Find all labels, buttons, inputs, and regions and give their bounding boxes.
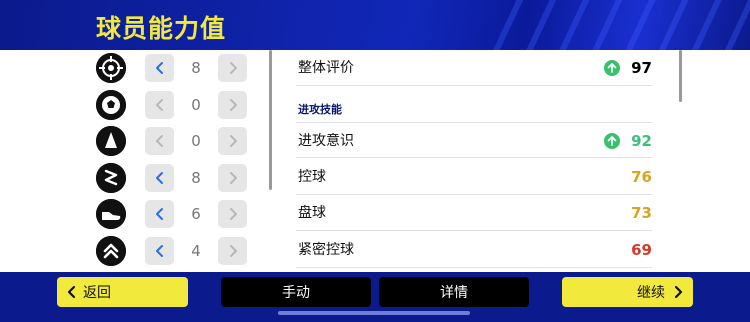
continue-button[interactable]: 继续 xyxy=(562,277,693,307)
attribute-label: 控球 xyxy=(298,168,326,185)
decrease-button[interactable] xyxy=(145,236,174,265)
chevron-right-icon xyxy=(229,62,237,74)
chevron-right-icon xyxy=(229,98,237,111)
skill-list-scrollbar[interactable] xyxy=(269,50,272,190)
double-chevron-up-icon xyxy=(96,235,126,266)
detail-button-label: 详情 xyxy=(440,285,468,301)
chevron-left-icon xyxy=(155,98,163,111)
skill-level-value: 8 xyxy=(191,59,201,77)
chevron-right-icon xyxy=(229,208,237,220)
chevron-left-icon xyxy=(155,135,163,147)
manual-button[interactable]: 手动 xyxy=(221,277,371,307)
attribute-row: 控球 76 xyxy=(296,159,652,195)
chevron-left-icon xyxy=(155,171,163,184)
target-icon xyxy=(96,53,126,83)
attribute-value: 92 xyxy=(631,132,652,150)
boot-icon xyxy=(96,199,126,229)
decrease-button[interactable] xyxy=(145,54,174,82)
overall-rating-row: 整体评价 97 xyxy=(296,50,652,86)
skill-level-value: 0 xyxy=(191,95,201,114)
increase-button[interactable] xyxy=(218,54,247,82)
skill-level-value: 0 xyxy=(191,132,201,150)
arrow-up-icon xyxy=(604,133,620,149)
detail-button[interactable]: 详情 xyxy=(379,277,529,307)
decrease-button[interactable] xyxy=(145,90,174,119)
chevron-left-icon xyxy=(155,244,163,257)
arrow-up-icon xyxy=(604,60,620,76)
skill-level-value: 8 xyxy=(191,168,201,187)
cone-icon xyxy=(96,126,126,156)
attributes-panel: 8 0 0 8 6 4 整体评价 97 进攻技能 进攻意识 92 控球 76 盘球 73 紧密控球 69 xyxy=(0,50,750,272)
dribble-zigzag-icon xyxy=(96,162,126,193)
page-title: 球员能力值 xyxy=(96,14,227,43)
home-indicator xyxy=(278,311,470,315)
attribute-label: 进攻意识 xyxy=(298,133,354,149)
chevron-left-icon xyxy=(67,285,76,299)
attribute-label: 紧密控球 xyxy=(298,241,354,258)
chevron-left-icon xyxy=(155,62,163,74)
back-button[interactable]: 返回 xyxy=(57,277,188,307)
chevron-left-icon xyxy=(155,208,163,220)
decrease-button[interactable] xyxy=(145,200,174,228)
attribute-value: 73 xyxy=(631,204,652,222)
attribute-row: 进攻意识 92 xyxy=(296,122,652,158)
overall-rating-label: 整体评价 xyxy=(298,60,354,76)
increase-button[interactable] xyxy=(218,200,247,228)
increase-button[interactable] xyxy=(218,236,247,265)
attribute-value: 76 xyxy=(631,167,652,186)
attribute-label: 盘球 xyxy=(298,205,326,221)
decrease-button[interactable] xyxy=(145,163,174,192)
manual-button-label: 手动 xyxy=(282,285,310,301)
chevron-right-icon xyxy=(674,285,683,299)
attribute-row: 紧密控球 69 xyxy=(296,232,652,268)
chevron-right-icon xyxy=(229,244,237,257)
increase-button[interactable] xyxy=(218,90,247,119)
back-button-label: 返回 xyxy=(83,285,111,301)
skill-level-value: 6 xyxy=(191,205,201,223)
increase-button[interactable] xyxy=(218,127,247,155)
increase-button[interactable] xyxy=(218,163,247,192)
attribute-value: 69 xyxy=(631,240,652,259)
continue-button-label: 继续 xyxy=(637,285,665,301)
attribute-row: 盘球 73 xyxy=(296,195,652,231)
chevron-right-icon xyxy=(229,171,237,184)
skill-level-value: 4 xyxy=(191,241,201,260)
decrease-button[interactable] xyxy=(145,127,174,155)
header-bar: 球员能力值 xyxy=(0,0,750,50)
overall-rating-value: 97 xyxy=(631,59,652,77)
soccer-ball-icon xyxy=(96,89,126,120)
attribute-list-scrollbar[interactable] xyxy=(679,50,682,102)
chevron-right-icon xyxy=(229,135,237,147)
section-header-attack: 进攻技能 xyxy=(298,103,342,116)
